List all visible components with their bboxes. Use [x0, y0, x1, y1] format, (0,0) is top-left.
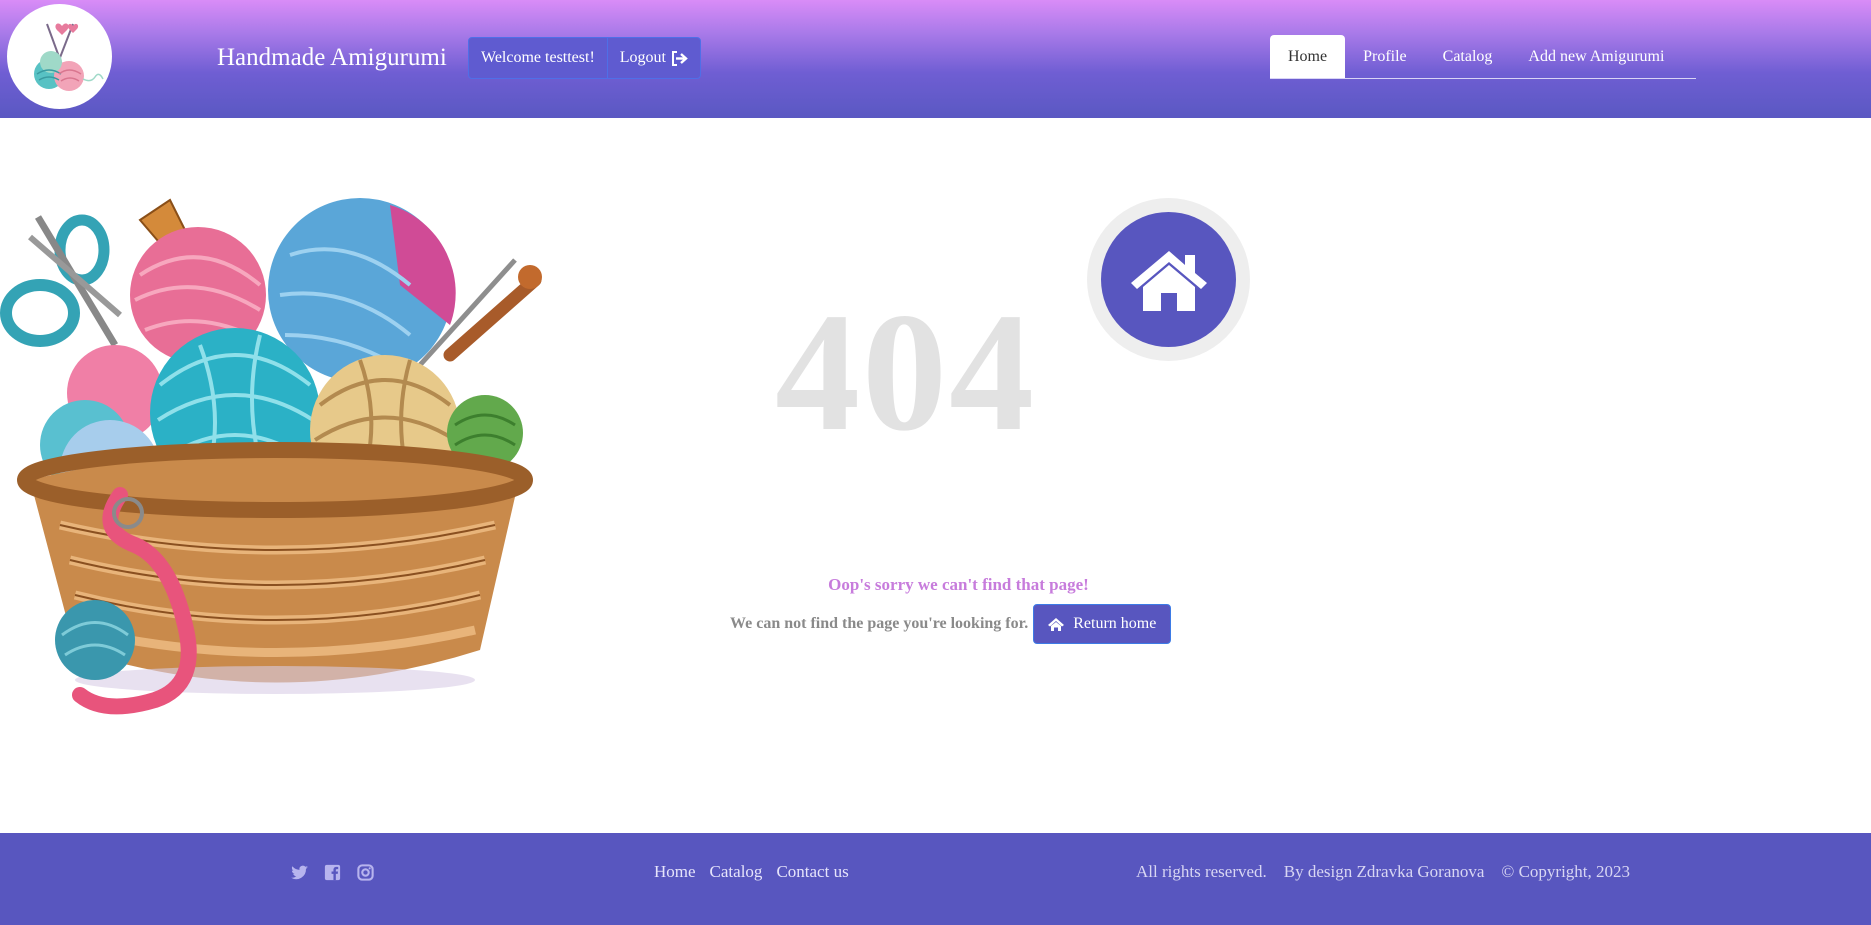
social-links — [290, 863, 375, 882]
copyright-text: © Copyright, 2023 — [1501, 862, 1631, 881]
logout-label: Logout — [619, 49, 666, 66]
footer-link-catalog[interactable]: Catalog — [710, 862, 763, 882]
error-code: 404 — [775, 278, 1036, 466]
twitter-icon[interactable] — [290, 863, 309, 882]
welcome-label: Welcome testtest! — [481, 49, 595, 66]
welcome-button[interactable]: Welcome testtest! — [469, 38, 607, 78]
rights-text: All rights reserved. — [1136, 862, 1267, 881]
nav-profile[interactable]: Profile — [1345, 35, 1425, 78]
home-icon — [1048, 617, 1065, 631]
not-found-message: We can not find the page you're looking … — [730, 615, 1029, 632]
yarn-basket-illustration — [0, 198, 542, 715]
return-home-label: Return home — [1073, 615, 1157, 632]
return-home-button[interactable]: Return home — [1033, 604, 1172, 644]
site-footer: Home Catalog Contact us All rights reser… — [0, 833, 1871, 925]
logout-button[interactable]: Logout — [606, 38, 700, 78]
instagram-icon[interactable] — [356, 863, 375, 882]
brand-title[interactable]: Handmade Amigurumi — [217, 44, 447, 72]
sign-out-icon — [672, 50, 688, 66]
home-badge-inner — [1101, 212, 1236, 347]
not-found-row: We can not find the page you're looking … — [730, 604, 1172, 644]
site-header: Handmade Amigurumi Welcome testtest! Log… — [0, 0, 1871, 118]
design-credit: By design Zdravka Goranova — [1283, 862, 1485, 881]
facebook-icon[interactable] — [323, 863, 342, 882]
footer-link-contact[interactable]: Contact us — [776, 862, 848, 882]
yarn-balls-logo-icon — [34, 23, 104, 91]
site-logo[interactable] — [7, 4, 112, 109]
footer-link-home[interactable]: Home — [654, 862, 696, 882]
footer-credits: All rights reserved. By design Zdravka G… — [1136, 862, 1630, 882]
main-nav: Home Profile Catalog Add new Amigurumi — [1270, 35, 1696, 79]
sorry-heading: Oop's sorry we can't find that page! — [828, 575, 1089, 594]
nav-home[interactable]: Home — [1270, 35, 1346, 78]
home-badge — [1087, 198, 1250, 361]
user-button-group: Welcome testtest! Logout — [468, 37, 701, 79]
nav-add-amigurumi[interactable]: Add new Amigurumi — [1510, 35, 1682, 78]
nav-catalog[interactable]: Catalog — [1425, 35, 1511, 78]
footer-links: Home Catalog Contact us — [654, 862, 849, 882]
scissors-icon — [0, 214, 122, 347]
home-icon — [1130, 250, 1207, 311]
